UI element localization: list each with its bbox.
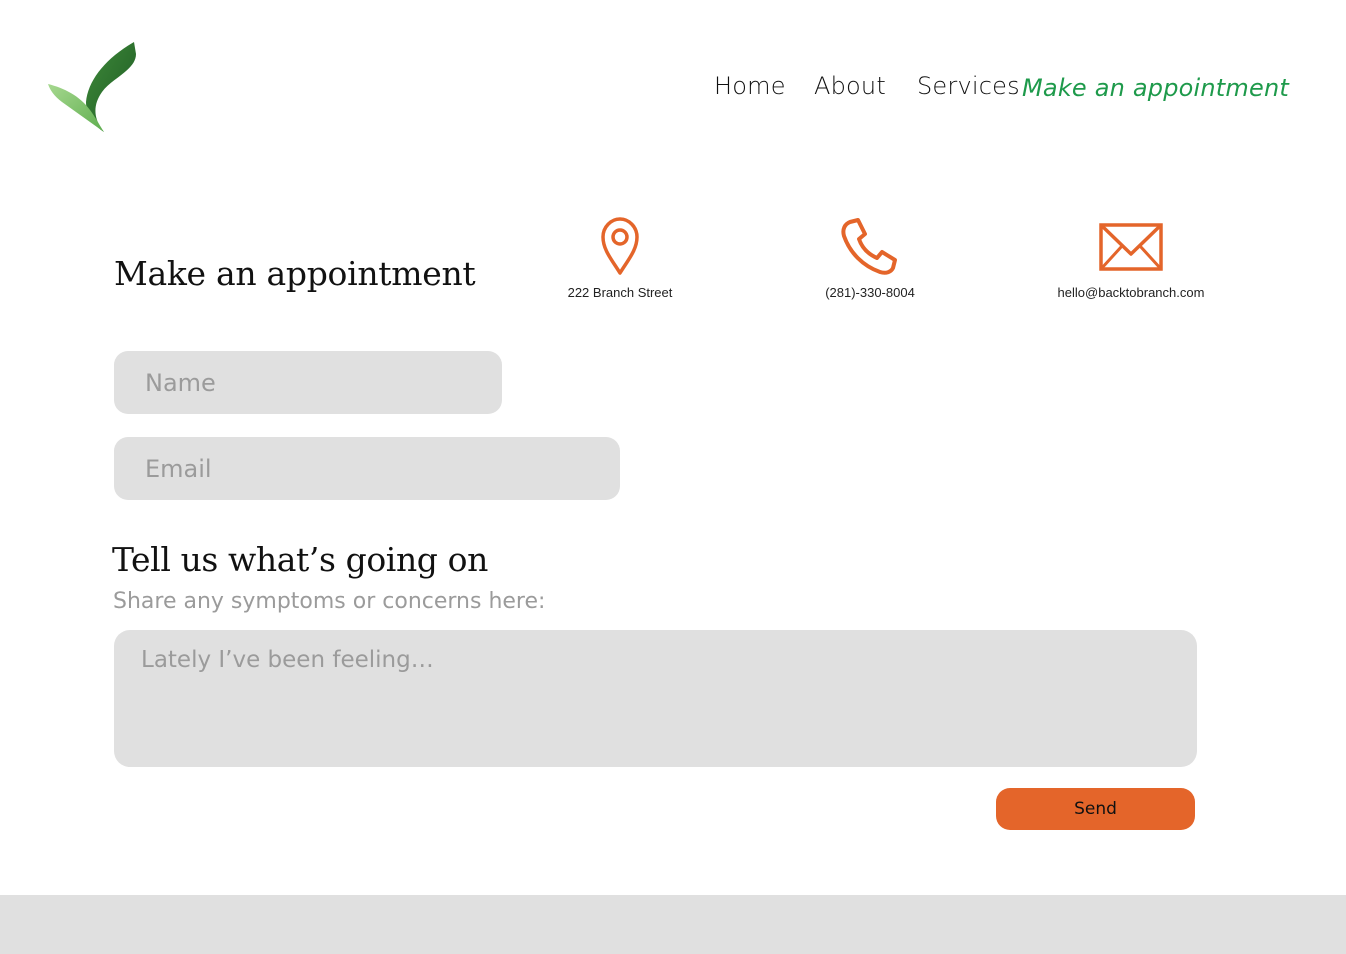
symptoms-heading: Tell us what’s going on xyxy=(112,540,488,579)
name-field[interactable] xyxy=(114,351,502,414)
map-pin-icon xyxy=(601,217,639,275)
contact-email-label: hello@backtobranch.com xyxy=(1057,285,1205,300)
nav-about[interactable]: About xyxy=(814,72,886,100)
contact-phone-label: (281)-330-8004 xyxy=(825,285,915,300)
envelope-icon xyxy=(1099,223,1163,271)
contact-address-label: 222 Branch Street xyxy=(567,285,673,300)
contact-email: hello@backtobranch.com xyxy=(1041,216,1221,306)
email-field[interactable] xyxy=(114,437,620,500)
phone-icon xyxy=(841,218,897,275)
contact-phone: (281)-330-8004 xyxy=(780,216,960,306)
main-nav: Home About Services Make an appointment xyxy=(0,72,1346,108)
footer-bar xyxy=(0,895,1346,954)
nav-make-appointment[interactable]: Make an appointment xyxy=(1022,74,1289,102)
nav-home[interactable]: Home xyxy=(714,72,786,100)
nav-services[interactable]: Services xyxy=(917,72,1020,100)
send-button[interactable]: Send xyxy=(996,788,1195,830)
contact-address: 222 Branch Street xyxy=(530,216,710,306)
symptoms-subheading: Share any symptoms or concerns here: xyxy=(113,589,546,614)
message-field[interactable] xyxy=(114,630,1197,767)
page-title: Make an appointment xyxy=(114,254,476,293)
